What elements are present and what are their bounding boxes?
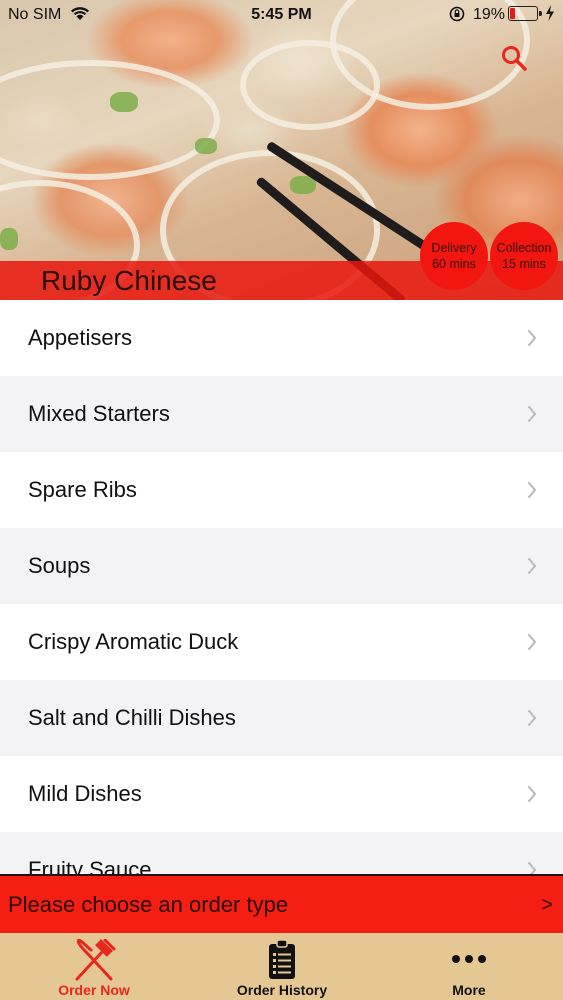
- battery-icon: [508, 6, 542, 21]
- menu-category-row[interactable]: Mixed Starters: [0, 376, 563, 452]
- orientation-lock-icon: [449, 6, 465, 22]
- order-type-arrow: >: [541, 894, 553, 916]
- fork-knife-icon: [75, 939, 116, 981]
- chevron-right-icon: [528, 330, 537, 346]
- search-icon[interactable]: [500, 44, 528, 72]
- battery-fill: [510, 8, 515, 19]
- collection-time: 15 mins: [502, 257, 546, 271]
- battery-percent: 19%: [473, 6, 506, 23]
- menu-category-row[interactable]: Crispy Aromatic Duck: [0, 604, 563, 680]
- menu-category-label: Soups: [28, 553, 91, 578]
- chevron-right-icon: [528, 710, 537, 726]
- collection-time-badge: Collection 15 mins: [490, 222, 558, 290]
- restaurant-name: Ruby Chinese: [41, 265, 217, 296]
- chevron-right-icon: [528, 406, 537, 422]
- menu-category-label: Mixed Starters: [28, 401, 170, 426]
- order-type-prompt: Please choose an order type: [8, 892, 289, 917]
- status-bar: No SIM 5:45 PM 19%: [0, 0, 563, 30]
- menu-category-label: Fruity Sauce: [28, 857, 152, 874]
- chevron-right-icon: [528, 558, 537, 574]
- chevron-right-icon: [528, 482, 537, 498]
- tab-more-label: More: [452, 982, 486, 998]
- menu-category-label: Crispy Aromatic Duck: [28, 629, 239, 654]
- menu-category-label: Mild Dishes: [28, 781, 142, 806]
- menu-category-label: Appetisers: [28, 325, 132, 350]
- menu-category-list[interactable]: Appetisers Mixed Starters Spare Ribs Soups C…: [0, 300, 563, 874]
- menu-category-row[interactable]: Mild Dishes: [0, 756, 563, 832]
- tab-bar: Order Now Order History More: [0, 933, 563, 1000]
- tab-order-now[interactable]: Order Now: [0, 933, 188, 1000]
- chevron-right-icon: [528, 786, 537, 802]
- chevron-right-icon: [528, 634, 537, 650]
- tab-order-history-label: Order History: [236, 982, 328, 998]
- collection-label: Collection: [496, 241, 552, 255]
- menu-category-row[interactable]: Soups: [0, 528, 563, 604]
- menu-category-row[interactable]: Appetisers: [0, 300, 563, 376]
- tab-order-history[interactable]: Order History: [188, 933, 376, 1000]
- delivery-time-badge: Delivery 60 mins: [420, 222, 488, 290]
- menu-category-label: Spare Ribs: [28, 477, 137, 502]
- tab-more[interactable]: More: [375, 933, 563, 1000]
- menu-category-row[interactable]: Fruity Sauce: [0, 832, 563, 874]
- chevron-right-icon: [528, 862, 537, 874]
- menu-category-row[interactable]: Salt and Chilli Dishes: [0, 680, 563, 756]
- choose-order-type-button[interactable]: Please choose an order type >: [0, 874, 563, 933]
- more-dots-icon: [452, 955, 486, 963]
- clipboard-list-icon: [269, 939, 295, 979]
- tab-order-now-label: Order Now: [58, 982, 130, 998]
- delivery-label: Delivery: [431, 241, 477, 255]
- hero-image: Ruby Chinese Delivery 60 mins Collection…: [0, 0, 563, 300]
- menu-category-label: Salt and Chilli Dishes: [28, 705, 236, 730]
- menu-category-row[interactable]: Spare Ribs: [0, 452, 563, 528]
- delivery-time: 60 mins: [432, 257, 476, 271]
- charging-bolt-icon: [546, 5, 554, 21]
